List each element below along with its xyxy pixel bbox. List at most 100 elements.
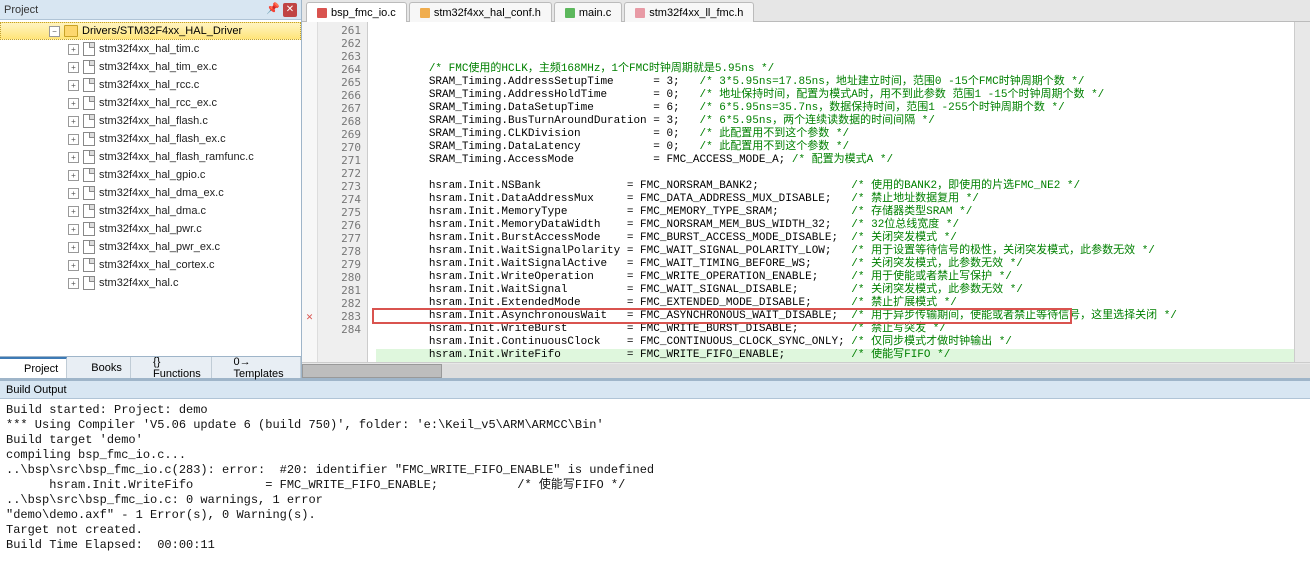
tree-file-item[interactable]: + stm32f4xx_hal_gpio.c (0, 166, 301, 184)
close-icon[interactable]: ✕ (283, 3, 297, 17)
sidebar-tab-functions[interactable]: {} Functions (131, 357, 212, 378)
tree-file-item[interactable]: + stm32f4xx_hal.c (0, 274, 301, 292)
tree-file-label: stm32f4xx_hal.c (99, 277, 178, 289)
code-line[interactable]: hsram.Init.DataAddressMux = FMC_DATA_ADD… (376, 193, 1294, 206)
code-line[interactable]: hsram.Init.MemoryDataWidth = FMC_NORSRAM… (376, 219, 1294, 232)
horizontal-scrollbar[interactable] (302, 362, 1310, 378)
code-line[interactable]: SRAM_Timing.BusTurnAroundDuration = 3; /… (376, 115, 1294, 128)
c-file-icon (83, 150, 95, 164)
scrollbar-thumb[interactable] (302, 364, 442, 378)
editor-tab[interactable]: bsp_fmc_io.c (306, 2, 407, 22)
code-line[interactable]: hsram.Init.BurstAccessMode = FMC_BURST_A… (376, 232, 1294, 245)
code-view[interactable]: /* FMC使用的HCLK，主频168MHz，1个FMC时钟周期就是5.95ns… (368, 22, 1294, 362)
editor-tab[interactable]: stm32f4xx_ll_fmc.h (624, 2, 754, 22)
expand-icon[interactable]: + (68, 44, 79, 55)
upper-pane: Project 📌 ✕ − Drivers/STM32F4xx_HAL_Driv… (0, 0, 1310, 380)
project-tree[interactable]: − Drivers/STM32F4xx_HAL_Driver +stm32f4x… (0, 20, 301, 356)
build-output-text[interactable]: Build started: Project: demo *** Using C… (0, 399, 1310, 581)
expand-icon[interactable]: + (68, 260, 79, 271)
c-file-icon (83, 78, 95, 92)
expand-icon[interactable]: + (68, 188, 79, 199)
editor-tab-label: bsp_fmc_io.c (331, 7, 396, 19)
vertical-scrollbar[interactable] (1294, 22, 1310, 362)
tree-file-label: stm32f4xx_hal_tim_ex.c (99, 61, 217, 73)
pin-icon[interactable]: 📌 (266, 2, 278, 14)
c-file-icon (83, 276, 95, 290)
tree-file-label: stm32f4xx_hal_gpio.c (99, 169, 205, 181)
sidebar-header: Project 📌 ✕ (0, 0, 301, 20)
tree-file-item[interactable]: +stm32f4xx_hal_tim.c (0, 40, 301, 58)
code-line[interactable]: /* FMC使用的HCLK，主频168MHz，1个FMC时钟周期就是5.95ns… (376, 63, 1294, 76)
tree-file-item[interactable]: + stm32f4xx_hal_pwr_ex.c (0, 238, 301, 256)
file-status-icon (565, 8, 575, 18)
code-line[interactable]: hsram.Init.ExtendedMode = FMC_EXTENDED_M… (376, 297, 1294, 310)
code-line[interactable]: hsram.Init.MemoryType = FMC_MEMORY_TYPE_… (376, 206, 1294, 219)
sidebar-tab-label: 0→ Templates (234, 356, 292, 380)
tree-file-item[interactable]: + stm32f4xx_hal_tim_ex.c (0, 58, 301, 76)
build-output-title: Build Output (6, 384, 67, 396)
tree-folder-drivers[interactable]: − Drivers/STM32F4xx_HAL_Driver (0, 22, 301, 40)
tree-file-item[interactable]: +stm32f4xx_hal_pwr.c (0, 220, 301, 238)
expand-icon[interactable]: + (68, 170, 79, 181)
tree-file-label: stm32f4xx_hal_pwr_ex.c (99, 241, 220, 253)
expand-icon[interactable]: + (68, 98, 79, 109)
line-number-gutter: 2612622632642652662672682692702712722732… (318, 22, 368, 362)
code-line[interactable] (376, 167, 1294, 180)
expand-icon[interactable]: + (68, 242, 79, 253)
build-output-header: Build Output (0, 381, 1310, 399)
expand-icon[interactable]: + (68, 278, 79, 289)
code-line[interactable]: SRAM_Timing.DataSetupTime = 6; /* 6*5.95… (376, 102, 1294, 115)
tree-file-label: stm32f4xx_hal_flash.c (99, 115, 208, 127)
code-line[interactable]: hsram.Init.WriteFifo = FMC_WRITE_FIFO_EN… (376, 349, 1294, 362)
code-line[interactable]: SRAM_Timing.AddressSetupTime = 3; /* 3*5… (376, 76, 1294, 89)
code-line[interactable]: hsram.Init.WaitSignalPolarity = FMC_WAIT… (376, 245, 1294, 258)
error-marker-icon[interactable]: ✕ (302, 310, 317, 323)
code-line[interactable]: hsram.Init.WriteOperation = FMC_WRITE_OP… (376, 271, 1294, 284)
code-line[interactable]: hsram.Init.WaitSignal = FMC_WAIT_SIGNAL_… (376, 284, 1294, 297)
code-line[interactable]: SRAM_Timing.AccessMode = FMC_ACCESS_MODE… (376, 154, 1294, 167)
sidebar-tab-label: {} Functions (153, 356, 202, 380)
expand-icon[interactable]: + (68, 224, 79, 235)
books-icon (75, 362, 87, 374)
code-line[interactable]: hsram.Init.WriteBurst = FMC_WRITE_BURST_… (376, 323, 1294, 336)
collapse-icon[interactable]: − (49, 26, 60, 37)
expand-icon[interactable]: + (68, 80, 79, 91)
code-line[interactable]: SRAM_Timing.CLKDivision = 0; /* 此配置用不到这个… (376, 128, 1294, 141)
code-line[interactable]: hsram.Init.NSBank = FMC_NORSRAM_BANK2; /… (376, 180, 1294, 193)
build-output-panel: Build Output Build started: Project: dem… (0, 380, 1310, 581)
tree-file-label: stm32f4xx_hal_rcc_ex.c (99, 97, 217, 109)
code-line[interactable]: SRAM_Timing.DataLatency = 0; /* 此配置用不到这个… (376, 141, 1294, 154)
expand-icon[interactable]: + (68, 152, 79, 163)
editor-tab[interactable]: stm32f4xx_hal_conf.h (409, 2, 552, 22)
c-file-icon (83, 258, 95, 272)
sidebar-tab-project[interactable]: Project (0, 357, 67, 378)
tree-file-item[interactable]: +stm32f4xx_hal_dma_ex.c (0, 184, 301, 202)
code-line[interactable]: hsram.Init.WaitSignalActive = FMC_WAIT_T… (376, 258, 1294, 271)
tree-file-item[interactable]: + stm32f4xx_hal_flash.c (0, 112, 301, 130)
c-file-icon (83, 114, 95, 128)
code-line[interactable]: SRAM_Timing.AddressHoldTime = 0; /* 地址保持… (376, 89, 1294, 102)
sidebar-tab-books[interactable]: Books (67, 357, 131, 378)
tree-file-item[interactable]: + stm32f4xx_hal_rcc_ex.c (0, 94, 301, 112)
c-file-icon (83, 222, 95, 236)
code-line[interactable]: hsram.Init.ContinuousClock = FMC_CONTINU… (376, 336, 1294, 349)
tree-file-item[interactable]: +stm32f4xx_hal_cortex.c (0, 256, 301, 274)
sidebar-tab-templates[interactable]: 0→ Templates (212, 357, 301, 378)
tree-file-label: stm32f4xx_hal_flash_ramfunc.c (99, 151, 254, 163)
sidebar-title: Project (4, 4, 38, 16)
code-line[interactable]: hsram.Init.AsynchronousWait = FMC_ASYNCH… (376, 310, 1294, 323)
tree-file-list: +stm32f4xx_hal_tim.c+stm32f4xx_hal_tim_e… (0, 40, 301, 292)
tree-file-item[interactable]: +stm32f4xx_hal_dma.c (0, 202, 301, 220)
editor-tab[interactable]: main.c (554, 2, 622, 22)
expand-icon[interactable]: + (68, 116, 79, 127)
expand-icon[interactable]: + (68, 206, 79, 217)
tree-file-item[interactable]: +stm32f4xx_hal_rcc.c (0, 76, 301, 94)
folder-icon (64, 25, 78, 37)
editor-tabbar: bsp_fmc_io.c stm32f4xx_hal_conf.hmain.cst… (302, 0, 1310, 22)
tree-file-item[interactable]: + stm32f4xx_hal_flash_ramfunc.c (0, 148, 301, 166)
sidebar-tab-label: Books (91, 362, 122, 374)
expand-icon[interactable]: + (68, 62, 79, 73)
sidebar-bottom-tabs: Project Books {} Functions 0→ Templates (0, 356, 301, 378)
expand-icon[interactable]: + (68, 134, 79, 145)
tree-file-item[interactable]: +stm32f4xx_hal_flash_ex.c (0, 130, 301, 148)
